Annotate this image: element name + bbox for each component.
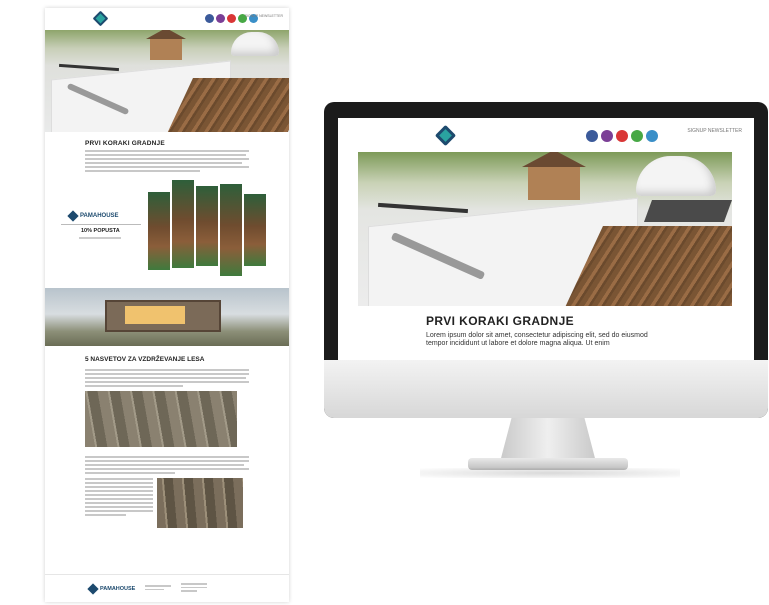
brand-mark-icon (67, 210, 79, 222)
whatsapp-icon[interactable] (631, 130, 643, 142)
hero-image (45, 30, 289, 132)
pen-icon (377, 202, 469, 214)
newsletter-header: SIGNUP NEWSLETTER (45, 8, 289, 30)
newsletter-signup-link[interactable]: SIGNUP NEWSLETTER (687, 128, 742, 134)
instagram-icon[interactable] (601, 130, 613, 142)
footer-brand: PAMAHOUSE (87, 582, 136, 595)
newsletter-footer: PAMAHOUSE (45, 574, 289, 602)
house-model-icon (146, 30, 186, 60)
promo-banner[interactable]: PAMAHOUSE 10% POPUSTA (45, 180, 289, 280)
monitor-screen: SIGNUP NEWSLETTER PRVI KORAKI GRADNJE Lo… (338, 118, 754, 364)
instagram-icon[interactable] (216, 14, 225, 23)
promo-brand-text: PAMAHOUSE (80, 213, 119, 219)
facebook-icon[interactable] (205, 14, 214, 23)
hero-image (358, 152, 732, 306)
monitor-stand (500, 418, 596, 462)
stand-shadow (420, 468, 680, 478)
facebook-icon[interactable] (586, 130, 598, 142)
footer-brand-icon (87, 582, 99, 595)
body-text: Lorem ipsum dolor sit amet, consectetur … (426, 332, 648, 347)
hard-hat-icon (231, 32, 279, 56)
telegram-icon[interactable] (646, 130, 658, 142)
newsletter-signup-link[interactable]: SIGNUP NEWSLETTER (245, 14, 283, 18)
hard-hat-icon (636, 156, 716, 196)
body-text-lines-4 (85, 478, 153, 516)
cabin-window (125, 306, 185, 324)
newsletter-preview: SIGNUP NEWSLETTER PRVI KORAKI GRADNJE PA… (45, 8, 289, 602)
cabin-image (45, 288, 289, 346)
headline: PRVI KORAKI GRADNJE (426, 314, 575, 328)
footer-contact (145, 585, 172, 592)
footer-address (181, 583, 208, 594)
section-title-2: 5 NASVETOV ZA VZDRŽEVANJE LESA (85, 356, 205, 363)
footer-brand-text: PAMAHOUSE (100, 585, 136, 592)
email-header: SIGNUP NEWSLETTER (338, 118, 754, 152)
youtube-icon[interactable] (227, 14, 236, 23)
brand-logo-icon (92, 10, 109, 27)
promo-brand: PAMAHOUSE (67, 210, 119, 222)
brand-logo-icon (434, 124, 457, 147)
divider (61, 224, 141, 225)
body-text-lines (85, 150, 249, 172)
promo-image-strips (148, 180, 266, 276)
wood-planks-image (157, 478, 243, 528)
laptop-icon (643, 200, 732, 222)
social-icons (586, 130, 658, 142)
promo-small-text (79, 237, 121, 239)
promo-discount: 10% POPUSTA (81, 228, 120, 234)
monitor-chin (324, 360, 768, 418)
house-model-icon (522, 152, 586, 200)
section-title: PRVI KORAKI GRADNJE (85, 140, 165, 147)
youtube-icon[interactable] (616, 130, 628, 142)
pen-icon (58, 63, 120, 72)
body-text-lines-3 (85, 456, 249, 474)
body-text-lines-2 (85, 369, 249, 387)
wood-deck-image (85, 391, 237, 447)
